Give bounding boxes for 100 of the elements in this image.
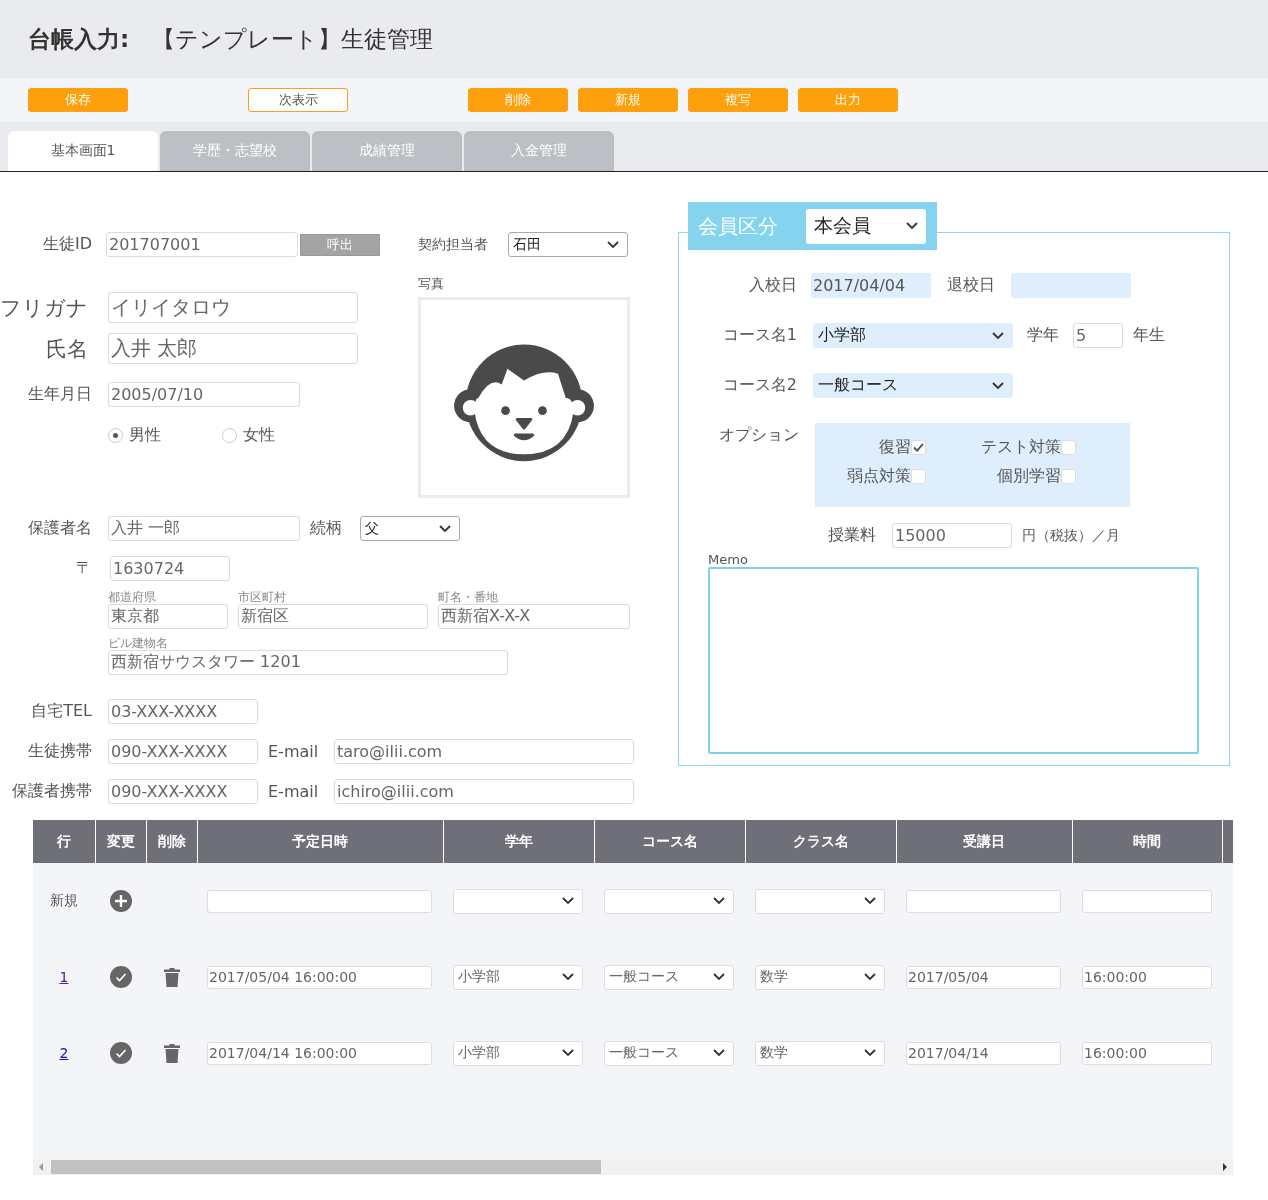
- dropdown[interactable]: 一般コース: [604, 1040, 734, 1066]
- checkbox[interactable]: [1061, 469, 1076, 484]
- dropdown[interactable]: 数学: [755, 964, 885, 990]
- text-field[interactable]: 5: [1073, 323, 1123, 348]
- date-field[interactable]: 2017/04/04: [811, 273, 931, 298]
- check-circle-icon[interactable]: [109, 1042, 132, 1064]
- photo-label: 写真: [418, 275, 445, 293]
- field-label: 市区町村: [238, 589, 287, 604]
- checkbox[interactable]: [1061, 440, 1076, 455]
- text-field[interactable]: 1630724: [110, 556, 230, 581]
- text-field[interactable]: [906, 889, 1061, 913]
- text-field[interactable]: ichiro@ilii.com: [334, 779, 634, 804]
- add-icon[interactable]: [109, 890, 132, 912]
- dropdown[interactable]: 一般コース: [813, 373, 1013, 398]
- scroll-right-icon[interactable]: [1223, 1163, 1227, 1171]
- text-field[interactable]: イリイタロウ: [108, 292, 358, 323]
- checkbox-label: 個別学習: [997, 466, 1061, 487]
- field-label: 学年: [1027, 325, 1059, 346]
- field-label: 生徒ID: [41, 234, 92, 255]
- dropdown[interactable]: 石田: [508, 232, 628, 257]
- page-title: 台帳入力: 【テンプレート】生徒管理: [28, 24, 434, 54]
- field-label: コース名2: [721, 375, 797, 396]
- date-field[interactable]: [1011, 273, 1131, 298]
- field-label: 〒: [75, 558, 92, 579]
- chevron-icon: [864, 973, 876, 981]
- text-field[interactable]: taro@ilii.com: [334, 739, 634, 764]
- panel-title: 会員区分: [698, 212, 779, 240]
- dropdown[interactable]: 父: [360, 516, 460, 541]
- checkbox-label: 復習: [879, 437, 911, 458]
- dropdown[interactable]: 小学部: [453, 1040, 583, 1066]
- text-field[interactable]: 入井 太郎: [108, 333, 358, 364]
- row-link[interactable]: 1: [59, 969, 69, 985]
- toolbar-button[interactable]: 次表示: [248, 88, 348, 112]
- text-field[interactable]: 2017/04/14 16:00:00: [207, 1041, 432, 1065]
- chevron-icon: [864, 897, 876, 905]
- dropdown[interactable]: [755, 888, 885, 914]
- chevron-icon: [992, 381, 1004, 390]
- memo-field[interactable]: [708, 567, 1199, 754]
- radio-label: 男性: [129, 425, 161, 446]
- field-label: E-mail: [268, 742, 320, 761]
- column-header: クラス名: [745, 820, 896, 863]
- text-field[interactable]: 16:00:00: [1082, 1041, 1212, 1065]
- scrollbar-thumb[interactable]: [51, 1160, 601, 1174]
- text-field[interactable]: [207, 889, 432, 913]
- field-label: E-mail: [268, 782, 320, 801]
- field-label: コース名1: [721, 325, 797, 346]
- dropdown[interactable]: 小学部: [453, 964, 583, 990]
- text-field[interactable]: 2017/05/04: [906, 965, 1061, 989]
- field-label: オプション: [718, 424, 797, 446]
- field-label: 契約担当者: [418, 235, 488, 254]
- text-field[interactable]: 090-XXX-XXXX: [108, 779, 258, 804]
- chevron-icon: [713, 897, 725, 905]
- column-header: 学年: [443, 820, 594, 863]
- radio-button[interactable]: [108, 428, 123, 443]
- text-field[interactable]: 090-XXX-XXXX: [108, 739, 258, 764]
- text-field[interactable]: [1082, 889, 1212, 913]
- dropdown[interactable]: 一般コース: [604, 964, 734, 990]
- checkbox[interactable]: [911, 469, 926, 484]
- dropdown[interactable]: [604, 888, 734, 914]
- text-field[interactable]: 15000: [892, 523, 1012, 548]
- trash-icon[interactable]: [163, 1043, 180, 1063]
- checkbox[interactable]: [911, 440, 926, 455]
- column-header: 行: [33, 820, 95, 863]
- field-label: 年生: [1133, 325, 1165, 346]
- check-icon: [913, 443, 924, 452]
- field-label: 都道府県: [108, 589, 157, 604]
- column-header: 削除: [146, 820, 197, 863]
- text-field[interactable]: 入井 一郎: [108, 516, 300, 541]
- chevron-icon: [607, 240, 619, 249]
- field-label: 生年月日: [27, 384, 92, 405]
- dropdown[interactable]: [453, 888, 583, 914]
- text-field[interactable]: 西新宿X-X-X: [438, 604, 630, 629]
- dropdown[interactable]: 小学部: [813, 323, 1013, 348]
- text-field[interactable]: 16:00:00: [1082, 965, 1212, 989]
- text-field[interactable]: 西新宿サウスタワー 1201: [108, 650, 508, 675]
- checkbox-label: 弱点対策: [847, 466, 911, 487]
- scroll-left-icon[interactable]: [39, 1163, 43, 1171]
- text-field[interactable]: 03-XXX-XXXX: [108, 699, 258, 724]
- radio-button[interactable]: [222, 428, 237, 443]
- field-label: 授業料: [828, 525, 876, 546]
- text-field[interactable]: 2017/05/04 16:00:00: [207, 965, 432, 989]
- text-field[interactable]: 新宿区: [238, 604, 428, 629]
- row-link[interactable]: 2: [59, 1045, 69, 1061]
- field-label: Memo: [708, 552, 749, 567]
- trash-icon[interactable]: [163, 967, 180, 987]
- dropdown[interactable]: 本会員: [806, 208, 926, 244]
- chevron-icon: [713, 1049, 725, 1057]
- chevron-icon: [439, 524, 451, 533]
- column-header: 時間: [1072, 820, 1222, 863]
- check-circle-icon[interactable]: [109, 966, 132, 988]
- field-label: 入校日: [748, 275, 797, 296]
- dropdown[interactable]: 数学: [755, 1040, 885, 1066]
- column-header: コース名: [594, 820, 745, 863]
- text-field[interactable]: 2005/07/10: [108, 382, 300, 407]
- field-label: 生徒携帯: [27, 741, 92, 762]
- horizontal-scrollbar[interactable]: [33, 1159, 1233, 1175]
- text-field[interactable]: 2017/04/14: [906, 1041, 1061, 1065]
- tab[interactable]: 基本画面1: [8, 131, 158, 171]
- text-field[interactable]: 201707001: [106, 232, 298, 257]
- text-field[interactable]: 東京都: [108, 604, 228, 629]
